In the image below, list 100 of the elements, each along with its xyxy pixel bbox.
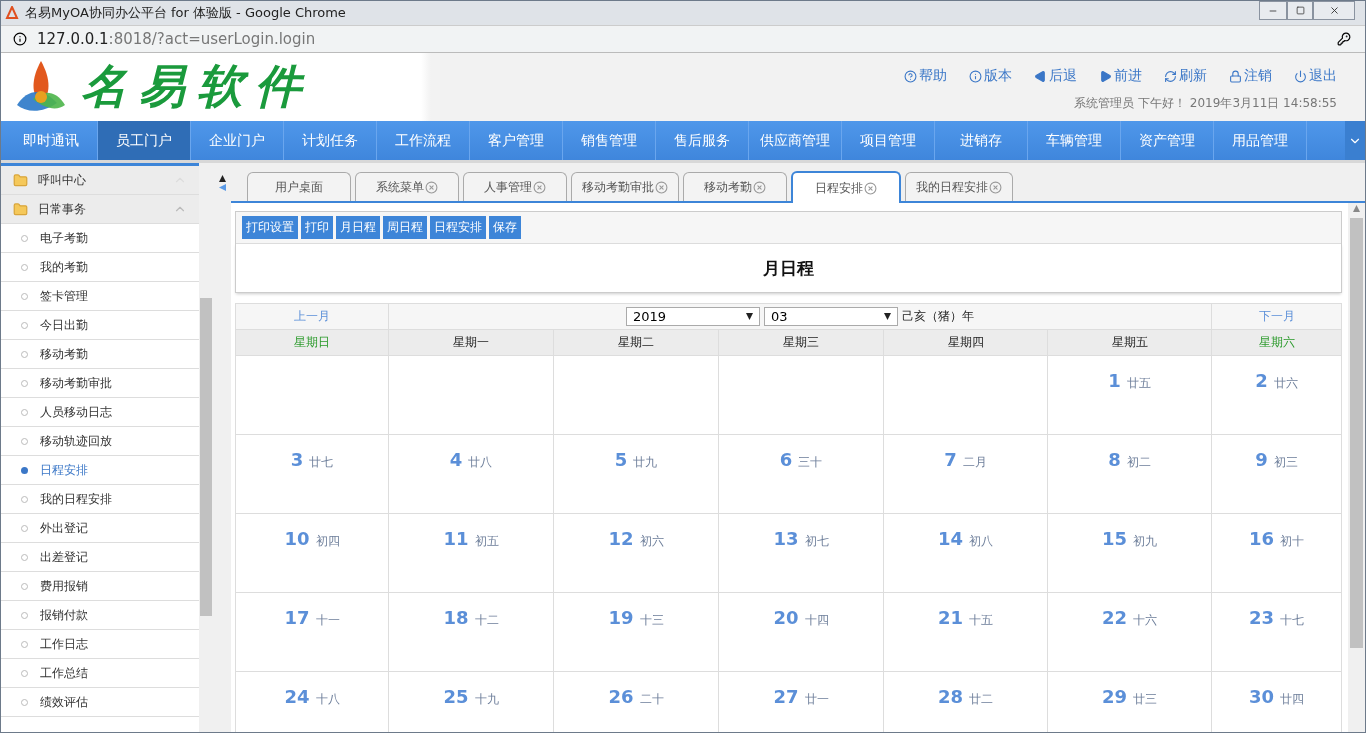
day-number[interactable]: 18 — [443, 607, 469, 628]
calendar-cell[interactable]: 14 初八 — [884, 514, 1048, 593]
calendar-cell[interactable]: 18 十二 — [389, 593, 554, 672]
header-link[interactable]: 后退 — [1034, 67, 1077, 85]
info-icon[interactable] — [13, 32, 27, 46]
calendar-cell[interactable]: 11 初五 — [389, 514, 554, 593]
header-link[interactable]: 注销 — [1229, 67, 1272, 85]
nav-tab[interactable]: 企业门户 — [191, 121, 284, 160]
calendar-cell[interactable]: 20 十四 — [719, 593, 884, 672]
nav-tab[interactable]: 项目管理 — [842, 121, 935, 160]
day-number[interactable]: 30 — [1248, 686, 1275, 707]
nav-tab[interactable]: 客户管理 — [470, 121, 563, 160]
sidebar-group[interactable]: 呼叫中心 — [1, 166, 199, 195]
day-number[interactable]: 28 — [937, 686, 964, 707]
header-link[interactable]: 版本 — [969, 67, 1012, 85]
calendar-cell[interactable]: 17 十一 — [236, 593, 389, 672]
day-number[interactable]: 13 — [773, 528, 799, 549]
calendar-cell[interactable]: 30 廿四 — [1212, 672, 1342, 732]
calendar-cell[interactable]: 1 廿五 — [1048, 356, 1212, 435]
calendar-cell[interactable]: 15 初九 — [1048, 514, 1212, 593]
more-menu-button[interactable] — [1345, 121, 1365, 160]
sidebar-group[interactable]: 日常事务 — [1, 195, 199, 224]
nav-tab[interactable]: 供应商管理 — [749, 121, 842, 160]
day-number[interactable]: 2 — [1255, 370, 1268, 391]
calendar-cell[interactable]: 28 廿二 — [884, 672, 1048, 732]
toolbar-button[interactable]: 月日程 — [336, 216, 380, 239]
close-icon[interactable] — [655, 180, 668, 194]
day-number[interactable]: 8 — [1108, 449, 1121, 470]
calendar-cell[interactable]: 27 廿一 — [719, 672, 884, 732]
day-number[interactable]: 24 — [284, 686, 310, 707]
header-link[interactable]: 帮助 — [904, 67, 947, 85]
page-tab[interactable]: 人事管理 — [463, 172, 567, 201]
day-number[interactable]: 22 — [1101, 607, 1128, 628]
nav-tab[interactable]: 销售管理 — [563, 121, 656, 160]
calendar-cell[interactable] — [236, 356, 389, 435]
scrollbar-thumb[interactable] — [200, 298, 212, 616]
day-number[interactable]: 15 — [1101, 528, 1128, 549]
calendar-cell[interactable]: 25 十九 — [389, 672, 554, 732]
header-link[interactable]: 退出 — [1294, 67, 1337, 85]
close-icon[interactable] — [989, 180, 1002, 194]
calendar-cell[interactable]: 19 十三 — [554, 593, 719, 672]
toolbar-button[interactable]: 打印设置 — [242, 216, 298, 239]
page-tab[interactable]: 用户桌面 — [247, 172, 351, 201]
close-icon[interactable] — [425, 180, 438, 194]
calendar-cell[interactable]: 5 廿九 — [554, 435, 719, 514]
dropdown-arrow-icon[interactable] — [746, 313, 753, 320]
day-number[interactable]: 9 — [1255, 449, 1268, 470]
maximize-button[interactable] — [1287, 1, 1313, 20]
nav-tab[interactable]: 售后服务 — [656, 121, 749, 160]
scrollbar-thumb[interactable] — [1350, 218, 1363, 648]
day-number[interactable]: 3 — [290, 449, 304, 470]
dropdown-arrow-icon[interactable] — [884, 313, 891, 320]
calendar-cell[interactable]: 12 初六 — [554, 514, 719, 593]
close-icon[interactable] — [753, 180, 766, 194]
calendar-cell[interactable]: 8 初二 — [1048, 435, 1212, 514]
triangle-up-icon[interactable] — [218, 175, 226, 182]
day-number[interactable]: 19 — [608, 607, 634, 628]
nav-tab[interactable]: 进销存 — [935, 121, 1028, 160]
day-number[interactable]: 12 — [608, 528, 634, 549]
toolbar-button[interactable]: 保存 — [489, 216, 521, 239]
calendar-cell[interactable] — [554, 356, 719, 435]
nav-tab[interactable]: 车辆管理 — [1028, 121, 1121, 160]
calendar-cell[interactable]: 16 初十 — [1212, 514, 1342, 593]
day-number[interactable]: 10 — [284, 528, 310, 549]
calendar-cell[interactable]: 21 十五 — [884, 593, 1048, 672]
calendar-cell[interactable]: 29 廿三 — [1048, 672, 1212, 732]
calendar-cell[interactable]: 7 二月 — [884, 435, 1048, 514]
nav-tab[interactable]: 工作流程 — [377, 121, 470, 160]
page-tab[interactable]: 我的日程安排 — [905, 172, 1013, 201]
calendar-cell[interactable] — [884, 356, 1048, 435]
page-tab[interactable]: 系统菜单 — [355, 172, 459, 201]
day-number[interactable]: 6 — [779, 449, 793, 470]
calendar-cell[interactable]: 4 廿八 — [389, 435, 554, 514]
nav-tab[interactable]: 计划任务 — [284, 121, 377, 160]
day-number[interactable]: 4 — [449, 449, 463, 470]
close-icon[interactable] — [533, 180, 546, 194]
day-number[interactable]: 1 — [1108, 370, 1121, 391]
nav-tab[interactable]: 用品管理 — [1214, 121, 1307, 160]
day-number[interactable]: 16 — [1248, 528, 1275, 549]
prev-month-link[interactable]: 上一月 — [294, 308, 330, 325]
calendar-cell[interactable]: 13 初七 — [719, 514, 884, 593]
day-number[interactable]: 17 — [284, 607, 310, 628]
calendar-cell[interactable]: 23 十七 — [1212, 593, 1342, 672]
calendar-cell[interactable]: 26 二十 — [554, 672, 719, 732]
toolbar-button[interactable]: 周日程 — [383, 216, 427, 239]
calendar-cell[interactable]: 24 十八 — [236, 672, 389, 732]
calendar-cell[interactable]: 22 十六 — [1048, 593, 1212, 672]
minimize-button[interactable] — [1259, 1, 1287, 20]
day-number[interactable]: 14 — [937, 528, 964, 549]
calendar-cell[interactable] — [719, 356, 884, 435]
year-select[interactable]: 2019 — [626, 307, 760, 326]
calendar-cell[interactable]: 6 三十 — [719, 435, 884, 514]
day-number[interactable]: 25 — [443, 686, 469, 707]
calendar-cell[interactable] — [389, 356, 554, 435]
calendar-cell[interactable]: 10 初四 — [236, 514, 389, 593]
header-link[interactable]: 刷新 — [1164, 67, 1207, 85]
day-number[interactable]: 29 — [1101, 686, 1128, 707]
page-tab[interactable]: 日程安排 — [791, 171, 901, 203]
page-tab[interactable]: 移动考勤 — [683, 172, 787, 201]
day-number[interactable]: 26 — [608, 686, 634, 707]
